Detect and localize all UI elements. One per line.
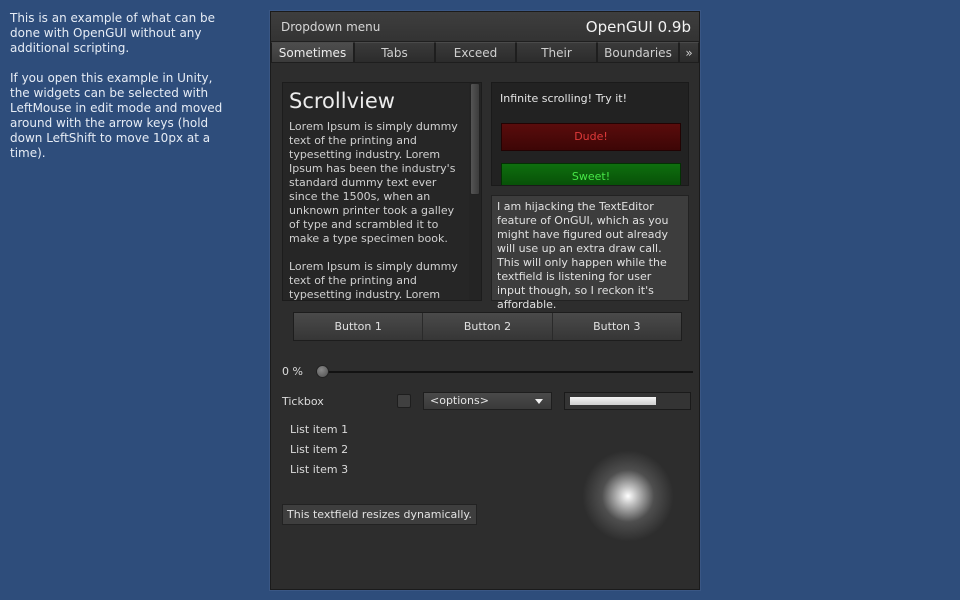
tab-overflow-icon[interactable]: » <box>679 42 699 63</box>
tab-bar: Sometimes Tabs Exceed Their Boundaries » <box>271 42 699 63</box>
slider-value-label: 0 % <box>282 365 303 378</box>
text-editor-field[interactable]: I am hijacking the TextEditor feature of… <box>491 195 689 311</box>
dropdown-selected-value: <options> <box>430 394 489 407</box>
scrollview-scrollbar[interactable] <box>469 83 481 300</box>
list-item[interactable]: List item 2 <box>290 442 348 462</box>
button-1[interactable]: Button 1 <box>294 313 424 340</box>
button-group: Button 1 Button 2 Button 3 <box>293 312 682 341</box>
button-3[interactable]: Button 3 <box>552 313 681 340</box>
intro-paragraph-1: This is an example of what can be done w… <box>10 11 216 55</box>
button-2[interactable]: Button 2 <box>423 313 553 340</box>
opengui-window[interactable]: Dropdown menu OpenGUI 0.9b Sometimes Tab… <box>270 11 700 590</box>
list-item[interactable]: List item 3 <box>290 462 348 482</box>
tab-sometimes[interactable]: Sometimes <box>271 42 354 63</box>
tab-their[interactable]: Their <box>516 42 597 63</box>
tab-tabs[interactable]: Tabs <box>354 42 435 63</box>
scrollview[interactable]: Scrollview Lorem Ipsum is simply dummy t… <box>282 82 482 301</box>
scrollview-content: Scrollview Lorem Ipsum is simply dummy t… <box>283 83 481 301</box>
item-list: List item 1 List item 2 List item 3 <box>290 422 348 482</box>
tab-exceed[interactable]: Exceed <box>435 42 516 63</box>
slider-track[interactable] <box>316 371 693 373</box>
dynamic-textfield[interactable]: This textfield resizes dynamically. <box>282 504 477 525</box>
infinite-scroll-label: Infinite scrolling! Try it! <box>500 92 627 105</box>
dropdown-menu-label[interactable]: Dropdown menu <box>281 20 380 34</box>
chevron-down-icon <box>535 399 543 404</box>
intro-paragraph-2: If you open this example in Unity, the w… <box>10 71 223 160</box>
scrollview-scrollbar-thumb[interactable] <box>470 83 480 195</box>
scrollview-title: Scrollview <box>289 89 395 113</box>
dude-button[interactable]: Dude! <box>501 123 681 151</box>
window-titlebar[interactable]: Dropdown menu OpenGUI 0.9b <box>271 12 699 42</box>
intro-text: This is an example of what can be done w… <box>10 11 225 161</box>
progress-bar <box>564 392 691 410</box>
tickbox-label: Tickbox <box>282 395 324 408</box>
list-item[interactable]: List item 1 <box>290 422 348 442</box>
window-title: OpenGUI 0.9b <box>585 17 691 36</box>
slider-knob[interactable] <box>316 365 329 378</box>
tickbox-checkbox[interactable] <box>397 394 411 408</box>
sweet-button[interactable]: Sweet! <box>501 163 681 185</box>
scrollview-paragraph-1: Lorem Ipsum is simply dummy text of the … <box>289 120 458 245</box>
scrollview-paragraph-2: Lorem Ipsum is simply dummy text of the … <box>289 260 458 301</box>
tab-boundaries[interactable]: Boundaries <box>597 42 679 63</box>
glow-sprite <box>582 450 674 542</box>
options-dropdown[interactable]: <options> <box>423 392 552 410</box>
infinite-scroll-area[interactable]: Infinite scrolling! Try it! Dude! Sweet! <box>491 82 689 186</box>
progress-bar-fill <box>570 397 657 405</box>
